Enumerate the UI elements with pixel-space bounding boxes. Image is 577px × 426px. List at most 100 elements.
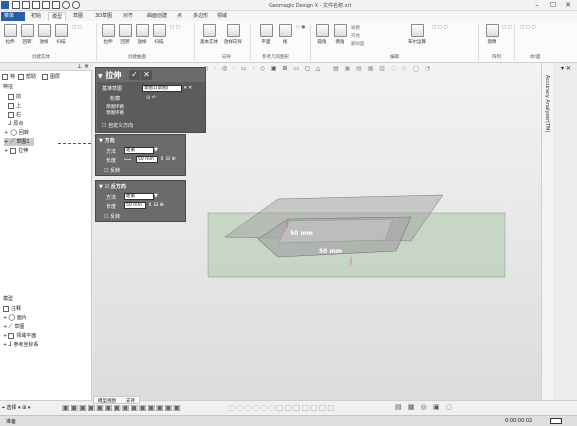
shell-small-button[interactable]: 壳体 xyxy=(351,33,360,39)
selection-mode-select[interactable]: ⌖ 选择 ▾ ⊞ ▾ xyxy=(2,404,30,411)
model-item-ref-coords[interactable]: +⅃ 参考坐标系 xyxy=(3,341,39,348)
delete-face-small-button[interactable]: 删除面 xyxy=(351,41,365,47)
new-file-icon[interactable] xyxy=(12,1,20,9)
revolve-surface-button[interactable]: 回转 xyxy=(117,24,133,45)
plane-button[interactable]: 平面 xyxy=(258,24,274,45)
panel-tab-layer[interactable]: 图层 xyxy=(42,73,60,80)
model-item-sketch[interactable]: +⟋ 草图 xyxy=(3,323,24,331)
body-face-small-buttons[interactable]: ▢ ▢ ▢ xyxy=(520,25,536,30)
view-mode-icons[interactable]: ▤ ▦ ◎ ▣ ◌ xyxy=(395,403,454,411)
right-side-tab[interactable]: Accuracy Analyzer(TM) xyxy=(541,63,553,400)
boolean-button[interactable]: 布尔运算 xyxy=(406,24,428,45)
tree-item-extrude[interactable]: + 拉伸 xyxy=(4,147,28,154)
reverse-reverse-checkbox[interactable]: ☐ 反转 xyxy=(104,213,120,220)
length-input[interactable]: 50 mm xyxy=(136,156,158,163)
snap-filter-icons[interactable]: ◌◌◌◌◌◌▢▢▢▢▢▢▢ xyxy=(228,403,336,412)
tab-surface[interactable]: 曲面创建 xyxy=(144,12,170,21)
tab-support[interactable]: 支持 xyxy=(122,399,139,404)
profile-clear-icon[interactable]: ▾ ✕ xyxy=(184,85,192,91)
reverse-length-stepper[interactable]: ⇕ ⊟ ⊕ xyxy=(148,202,164,208)
right-scroll-area[interactable]: ▾ ✕ xyxy=(553,63,577,400)
undo-icon[interactable] xyxy=(62,1,70,9)
extrude-surface-button[interactable]: 拉伸 xyxy=(100,24,116,45)
surface-small-buttons[interactable]: ▢ ▢ xyxy=(170,25,180,30)
3d-viewport[interactable]: ○ · ◎ · ▭ · ◇ ▣ ⊞ ▭ ◻ △ ▦ ▣ ▤ ▦ ▧ ◌ ◇ ◯ … xyxy=(93,63,541,400)
print-icon[interactable] xyxy=(42,1,50,9)
tree-item-right[interactable]: 右 xyxy=(8,111,21,118)
sweep-solid-button[interactable]: 扫描 xyxy=(53,24,69,45)
outline-item-2[interactable]: 草图环路 xyxy=(106,110,124,116)
ref-point-buttons[interactable]: ○ ● xyxy=(296,25,305,30)
save-icon[interactable] xyxy=(32,1,40,9)
fillet-button[interactable]: 圆角 xyxy=(314,24,330,45)
tab-home[interactable]: 初始 xyxy=(28,12,44,21)
revolve-solid-button[interactable]: 回转 xyxy=(19,24,35,45)
tab-sketch[interactable]: 草图 xyxy=(70,12,86,21)
dimension-label-top[interactable]: 50 mm xyxy=(290,230,313,237)
tab-model-view[interactable]: 模型视图 xyxy=(94,399,120,404)
ribbon: 拉伸 回转 放样 扫描 ▢ ▢ 创建实体 拉伸 回转 放样 扫描 ▢ ▢ 创建曲… xyxy=(0,21,577,63)
panel-tab-help[interactable]: 帮助 xyxy=(18,73,36,80)
more-edit-buttons[interactable]: ▢ ▢ ▢ xyxy=(432,25,448,30)
boundary-small-button[interactable]: ▢ ▢ xyxy=(72,25,82,30)
tab-region[interactable]: 领域 xyxy=(214,12,230,21)
group-divider xyxy=(250,23,251,61)
reverse-method-dropdown-icon[interactable]: ▼ xyxy=(154,193,158,199)
method-dropdown-icon[interactable]: ▼ xyxy=(154,147,158,153)
open-file-icon[interactable] xyxy=(22,1,30,9)
panel-pin-icon[interactable]: ⊥ ✕ xyxy=(77,63,89,70)
tree-item-origin[interactable]: ⅃ 原点 xyxy=(8,120,23,127)
loft-solid-button[interactable]: 放样 xyxy=(36,24,52,45)
dimension-label-bottom[interactable]: 50 mm xyxy=(319,248,342,255)
tree-item-front[interactable]: 前 xyxy=(8,93,21,100)
reverse-method-select[interactable]: 距离 xyxy=(124,193,154,200)
cancel-button[interactable]: ✕ xyxy=(141,70,152,80)
tab-polygon[interactable]: 多边形 xyxy=(190,12,211,21)
loft-surface-button[interactable]: 放样 xyxy=(134,24,150,45)
draft-small-button[interactable]: 拔模 xyxy=(351,25,360,31)
tree-item-sketch[interactable]: + ⟋ 草图1 xyxy=(4,138,34,146)
custom-direction[interactable]: ☐ 自定义方向 xyxy=(102,122,133,129)
method-select[interactable]: 距离 xyxy=(124,147,154,154)
import-icon[interactable] xyxy=(52,1,60,9)
close-button[interactable]: ✕ xyxy=(561,1,575,10)
basic-solid-wizard-button[interactable]: 基本实体 xyxy=(198,24,220,45)
sweep-surface-button[interactable]: 扫描 xyxy=(151,24,167,45)
tab-3d-sketch[interactable]: 3D草图 xyxy=(92,12,115,21)
dialog-collapse-icon[interactable]: ▼ xyxy=(98,73,103,80)
ok-button[interactable]: ✓ xyxy=(129,70,140,80)
reverse-checkbox[interactable]: ☐ 反转 xyxy=(104,167,120,174)
pattern-small-buttons[interactable]: ▢ ▢ xyxy=(502,25,512,30)
line-icon xyxy=(278,24,292,37)
axis-icon: ⅃ xyxy=(8,341,12,348)
model-item-mesh[interactable]: +◯ 面片 xyxy=(3,314,27,321)
panel-close-icon[interactable]: ▾ ✕ xyxy=(561,65,571,72)
profile-field[interactable]: 草图1(草图) xyxy=(142,85,182,92)
tab-point[interactable]: 点 xyxy=(174,12,185,21)
tree-title: 特征 xyxy=(3,84,14,90)
layer-tab-icon xyxy=(42,73,48,80)
tab-model[interactable]: 模型 xyxy=(48,12,67,21)
group-label-solid: 创建实体 xyxy=(32,55,50,60)
accuracy-analyzer-tab[interactable]: Accuracy Analyzer(TM) xyxy=(544,75,550,132)
loft-wizard-button[interactable]: 放样向导 xyxy=(222,24,244,45)
tab-menu[interactable]: 菜单 xyxy=(1,12,25,21)
mirror-button[interactable]: 镜像 xyxy=(484,24,500,45)
length-stepper[interactable]: ⇕ ⊟ ⊕ xyxy=(160,156,176,162)
model-item-region-plane[interactable]: + 领域平面 xyxy=(3,332,36,339)
line-button[interactable]: 线 xyxy=(277,24,293,45)
redo-icon[interactable] xyxy=(72,1,80,9)
minimize-button[interactable]: – xyxy=(530,1,544,10)
tree-item-revolve[interactable]: + ◯ 回转 xyxy=(4,129,29,136)
reverse-length-input[interactable]: 50 mm xyxy=(124,202,146,209)
extrude-solid-button[interactable]: 拉伸 xyxy=(2,24,18,45)
maximize-button[interactable]: ☐ xyxy=(546,1,560,10)
selection-filter-icons[interactable]: ▣▣▣▣▣▣▣▣▣▣▣▣▣▣ xyxy=(62,403,182,412)
chamfer-icon xyxy=(333,24,347,37)
panel-tab-feature[interactable]: 特 xyxy=(2,73,15,80)
tab-align[interactable]: 对齐 xyxy=(120,12,136,21)
chamfer-button[interactable]: 倒角 xyxy=(332,24,348,45)
model-item-notes[interactable]: 注释 xyxy=(3,305,21,312)
outline-options-icon[interactable]: ⊙ ↶ xyxy=(146,95,156,101)
tree-item-top[interactable]: 上 xyxy=(8,102,21,109)
